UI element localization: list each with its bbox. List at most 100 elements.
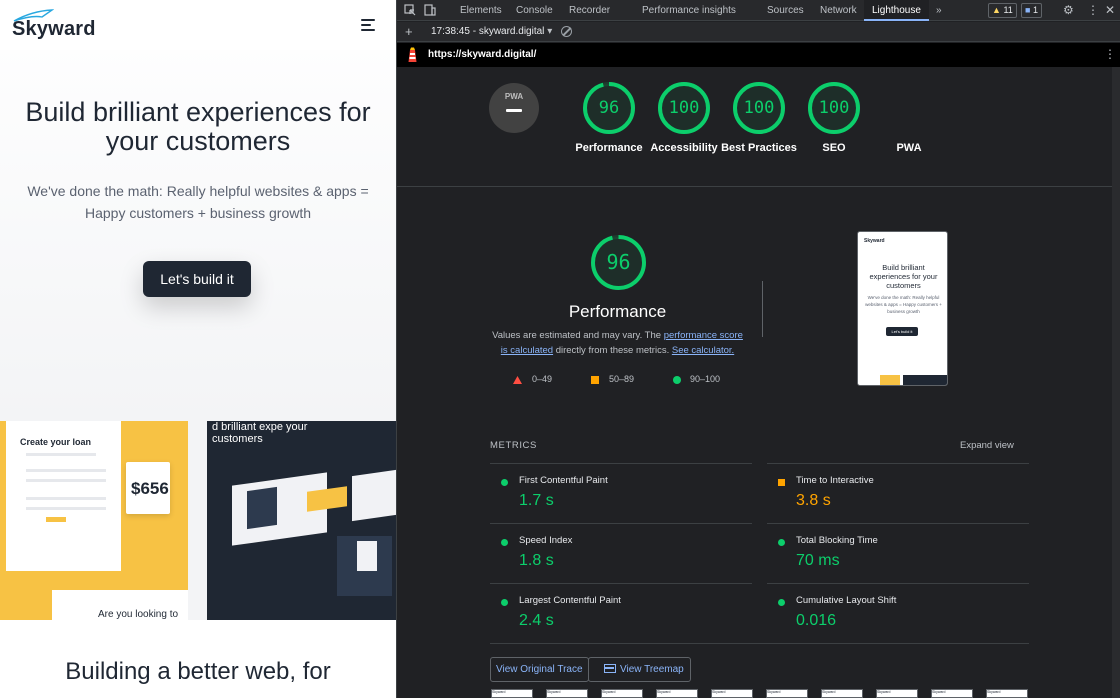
thumb-subtitle: We've done the math: Really helpful webs… <box>865 295 942 314</box>
metric-cumulative-layout-shift: Cumulative Layout Shift 0.016 <box>767 583 1029 643</box>
fail-triangle-icon <box>513 376 522 384</box>
average-square-icon <box>591 376 599 384</box>
website-preview: Skyward Build brilliant experiences for … <box>0 0 396 698</box>
website-showcase-card[interactable]: d brilliant expe your customers <box>207 421 396 620</box>
tab-elements[interactable]: Elements <box>458 0 504 21</box>
tab-recorder[interactable]: Recorder <box>567 0 612 21</box>
view-original-trace-button[interactable]: View Original Trace <box>490 657 589 682</box>
metric-name: Time to Interactive <box>796 475 874 486</box>
filmstrip-frame: Skyward <box>821 689 863 698</box>
thumb-dark-block <box>903 375 947 385</box>
report-scrollbar[interactable] <box>1112 67 1120 698</box>
report-url-bar: https://skyward.digital/ ⋮ <box>397 43 1120 67</box>
gauge-score: 100 <box>818 98 850 118</box>
metric-name: Largest Contentful Paint <box>519 595 621 606</box>
warnings-badge[interactable]: ▲ 11 <box>988 3 1017 18</box>
desc-text: Values are estimated and may vary. The <box>492 330 664 341</box>
tab-network[interactable]: Network <box>818 0 859 21</box>
filmstrip-frame: Skyward <box>931 689 973 698</box>
pass-circle-icon <box>778 599 785 606</box>
metrics-heading: METRICS <box>490 440 537 451</box>
filmstrip-frame: Skyward <box>546 689 588 698</box>
expand-view-toggle[interactable]: Expand view <box>960 440 1014 451</box>
metric-value: 1.8 s <box>519 552 554 569</box>
metric-speed-index: Speed Index 1.8 s <box>490 523 752 583</box>
site-logo[interactable]: Skyward <box>12 18 96 41</box>
lighthouse-toolbar: + 17:38:45 - skyward.digital ▾ <box>397 22 1120 42</box>
section-title: Building a better web, for <box>65 658 331 685</box>
tab-lighthouse[interactable]: Lighthouse <box>864 0 929 21</box>
metric-name: Total Blocking Time <box>796 535 878 546</box>
filmstrip-frame: Skyward <box>656 689 698 698</box>
settings-gear-icon[interactable]: ⚙ <box>1061 0 1076 21</box>
warning-icon: ▲ <box>992 5 1001 15</box>
gauge-seo[interactable]: 100 <box>808 82 860 134</box>
final-screenshot-thumbnail[interactable]: Skyward Build brilliant experiences for … <box>857 231 948 386</box>
new-report-icon[interactable]: + <box>405 24 413 39</box>
messages-badge[interactable]: ■ 1 <box>1021 3 1042 18</box>
device-toolbar-icon[interactable] <box>424 4 436 16</box>
thumb-title: Build brilliant experiences for your cus… <box>869 263 938 290</box>
metric-first-contentful-paint: First Contentful Paint 1.7 s <box>490 463 752 523</box>
average-square-icon <box>778 479 785 486</box>
metric-total-blocking-time: Total Blocking Time 70 ms <box>767 523 1029 583</box>
view-treemap-button[interactable]: View Treemap <box>588 657 691 682</box>
thumb-button: Let's build it <box>886 327 918 336</box>
treemap-label: View Treemap <box>620 664 684 675</box>
cta-button[interactable]: Let's build it <box>143 261 251 297</box>
filmstrip-frame: Skyward <box>766 689 808 698</box>
filmstrip-frame: Skyward <box>491 689 533 698</box>
legend-pass: 90–100 <box>690 374 721 384</box>
performance-score-large: 96 <box>606 250 631 274</box>
tab-sources[interactable]: Sources <box>765 0 806 21</box>
pwa-gauge[interactable]: PWA <box>489 83 539 133</box>
pass-circle-icon <box>501 479 508 486</box>
kebab-menu-icon[interactable]: ⋮ <box>1085 0 1101 21</box>
loan-amount: $656 <box>131 479 169 498</box>
metric-name: Cumulative Layout Shift <box>796 595 897 606</box>
message-icon: ■ <box>1025 5 1031 15</box>
close-devtools-icon[interactable]: ✕ <box>1103 0 1117 21</box>
hero-subtitle: We've done the math: Really helpful webs… <box>27 183 369 221</box>
see-calculator-link[interactable]: See calculator. <box>672 345 734 356</box>
report-menu-icon[interactable]: ⋮ <box>1104 47 1116 61</box>
metric-value: 3.8 s <box>796 492 831 509</box>
metric-name: First Contentful Paint <box>519 475 608 486</box>
gauge-accessibility[interactable]: 100 <box>658 82 710 134</box>
performance-title: Performance <box>568 302 667 321</box>
metric-value: 2.4 s <box>519 612 554 629</box>
legend-average: 50–89 <box>609 374 635 384</box>
clear-report-icon[interactable] <box>561 26 572 37</box>
gauge-score: 100 <box>743 98 775 118</box>
divider <box>397 186 1112 187</box>
metric-value: 0.016 <box>796 612 837 629</box>
filmstrip-frame: Skyward <box>876 689 918 698</box>
treemap-icon <box>604 664 616 673</box>
thumb-yellow-block <box>880 375 900 385</box>
inspect-element-icon[interactable] <box>404 4 416 16</box>
pass-circle-icon <box>778 539 785 546</box>
gauge-best-practices[interactable]: 100 <box>733 82 785 134</box>
performance-description: Values are estimated and may vary. The p… <box>490 328 745 358</box>
pwa-label: PWA <box>896 142 922 154</box>
gauge-performance[interactable]: 96 <box>583 82 635 134</box>
menu-icon[interactable] <box>361 19 375 31</box>
more-tabs-icon[interactable]: » <box>934 0 944 21</box>
filmstrip-frame: Skyward <box>986 689 1028 698</box>
filmstrip-frame: Skyward <box>601 689 643 698</box>
tab-performance-insights[interactable]: Performance insights <box>640 0 738 21</box>
pass-circle-icon <box>501 599 508 606</box>
pwa-badge: PWA <box>504 92 524 101</box>
report-url: https://skyward.digital/ <box>428 49 537 60</box>
metrics-divider <box>490 643 1029 644</box>
report-selector[interactable]: 17:38:45 - skyward.digital ▾ <box>431 26 552 37</box>
vertical-divider <box>762 281 763 337</box>
metric-value: 1.7 s <box>519 492 554 509</box>
report-label: 17:38:45 - skyward.digital <box>431 26 545 37</box>
tab-console[interactable]: Console <box>514 0 555 21</box>
dropdown-arrow-icon: ▾ <box>547 26 553 37</box>
gauge-score: 96 <box>598 98 620 118</box>
loan-question: Are you looking to <box>98 609 179 620</box>
showcase-headline: d brilliant expe your customers <box>212 421 308 445</box>
metric-largest-contentful-paint: Largest Contentful Paint 2.4 s <box>490 583 752 643</box>
